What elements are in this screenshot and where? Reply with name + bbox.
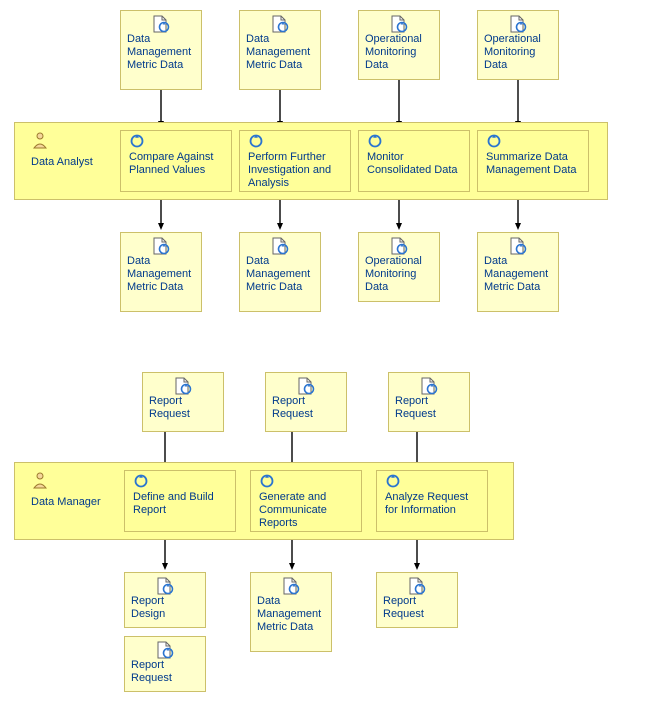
artifact-label: Data Management Metric Data <box>246 33 314 73</box>
document-cycle-icon <box>127 237 195 255</box>
artifact-label: Operational Monitoring Data <box>484 33 552 73</box>
document-cycle-icon <box>131 577 199 595</box>
arrow-down <box>277 200 283 230</box>
artifact-label: Data Management Metric Data <box>246 255 314 295</box>
artifact-label: Operational Monitoring Data <box>365 255 433 295</box>
document-cycle-icon <box>484 15 552 33</box>
arrow-down <box>414 540 420 570</box>
task-generate-and-communicate-reports: Generate and Communicate Reports <box>250 470 362 532</box>
document-cycle-icon <box>365 15 433 33</box>
task-perform-further-investigation: Perform Further Investigation and Analys… <box>239 130 351 192</box>
task-analyze-request-for-information: Analyze Request for Information <box>376 470 488 532</box>
artifact-label: Operational Monitoring Data <box>365 33 433 73</box>
role-icon <box>31 471 49 489</box>
task-cycle-icon <box>367 133 461 151</box>
task-label: Define and Build Report <box>133 491 227 517</box>
artifact-op-mon-data-in-2: Operational Monitoring Data <box>477 10 559 80</box>
document-cycle-icon <box>246 15 314 33</box>
task-define-and-build-report: Define and Build Report <box>124 470 236 532</box>
artifact-label: Report Request <box>272 395 340 421</box>
artifact-label: Data Management Metric Data <box>484 255 552 295</box>
artifact-dm-metric-data-in-2: Data Management Metric Data <box>239 10 321 90</box>
lane-header: Data Manager <box>15 463 115 508</box>
artifact-dm-metric-data-out-1: Data Management Metric Data <box>120 232 202 312</box>
document-cycle-icon <box>272 377 340 395</box>
task-label: Perform Further Investigation and Analys… <box>248 151 342 191</box>
task-label: Generate and Communicate Reports <box>259 491 353 531</box>
artifact-label: Report Request <box>149 395 217 421</box>
artifact-report-request-out-1: Report Request <box>124 636 206 692</box>
document-cycle-icon <box>127 15 195 33</box>
artifact-op-mon-data-out: Operational Monitoring Data <box>358 232 440 302</box>
artifact-label: Data Management Metric Data <box>127 33 195 73</box>
document-cycle-icon <box>484 237 552 255</box>
task-monitor-consolidated-data: Monitor Consolidated Data <box>358 130 470 192</box>
document-cycle-icon <box>131 641 199 659</box>
artifact-label: Data Management Metric Data <box>127 255 195 295</box>
artifact-report-request-in-3: Report Request <box>388 372 470 432</box>
task-cycle-icon <box>129 133 223 151</box>
document-cycle-icon <box>257 577 325 595</box>
artifact-report-design-out: Report Design <box>124 572 206 628</box>
document-cycle-icon <box>395 377 463 395</box>
role-label: Data Manager <box>31 496 107 508</box>
task-label: Compare Against Planned Values <box>129 151 223 177</box>
task-label: Summarize Data Management Data <box>486 151 580 177</box>
task-label: Monitor Consolidated Data <box>367 151 461 177</box>
task-compare-against-planned-values: Compare Against Planned Values <box>120 130 232 192</box>
task-cycle-icon <box>248 133 342 151</box>
artifact-label: Report Request <box>131 659 199 685</box>
arrow-down <box>289 540 295 570</box>
artifact-dm-metric-data-in-1: Data Management Metric Data <box>120 10 202 90</box>
role-label: Data Analyst <box>31 156 107 168</box>
arrow-down <box>515 200 521 230</box>
arrow-down <box>396 200 402 230</box>
lane-header: Data Analyst <box>15 123 115 168</box>
arrow-down <box>515 80 521 128</box>
artifact-dm-metric-data-out-3: Data Management Metric Data <box>477 232 559 312</box>
task-cycle-icon <box>133 473 227 491</box>
arrow-down <box>158 200 164 230</box>
artifact-op-mon-data-in-1: Operational Monitoring Data <box>358 10 440 80</box>
task-cycle-icon <box>385 473 479 491</box>
task-cycle-icon <box>486 133 580 151</box>
artifact-label: Report Request <box>383 595 451 621</box>
artifact-report-request-in-2: Report Request <box>265 372 347 432</box>
document-cycle-icon <box>149 377 217 395</box>
document-cycle-icon <box>365 237 433 255</box>
artifact-dm-metric-data-out-2: Data Management Metric Data <box>239 232 321 312</box>
artifact-report-request-in-1: Report Request <box>142 372 224 432</box>
artifact-dm-metric-data-out-4: Data Management Metric Data <box>250 572 332 652</box>
task-cycle-icon <box>259 473 353 491</box>
task-label: Analyze Request for Information <box>385 491 479 517</box>
arrow-down <box>162 540 168 570</box>
artifact-label: Report Request <box>395 395 463 421</box>
task-summarize-data-mgmt-data: Summarize Data Management Data <box>477 130 589 192</box>
artifact-report-request-out-2: Report Request <box>376 572 458 628</box>
artifact-label: Data Management Metric Data <box>257 595 325 635</box>
document-cycle-icon <box>383 577 451 595</box>
artifact-label: Report Design <box>131 595 199 621</box>
arrow-down <box>396 80 402 128</box>
document-cycle-icon <box>246 237 314 255</box>
role-icon <box>31 131 49 149</box>
